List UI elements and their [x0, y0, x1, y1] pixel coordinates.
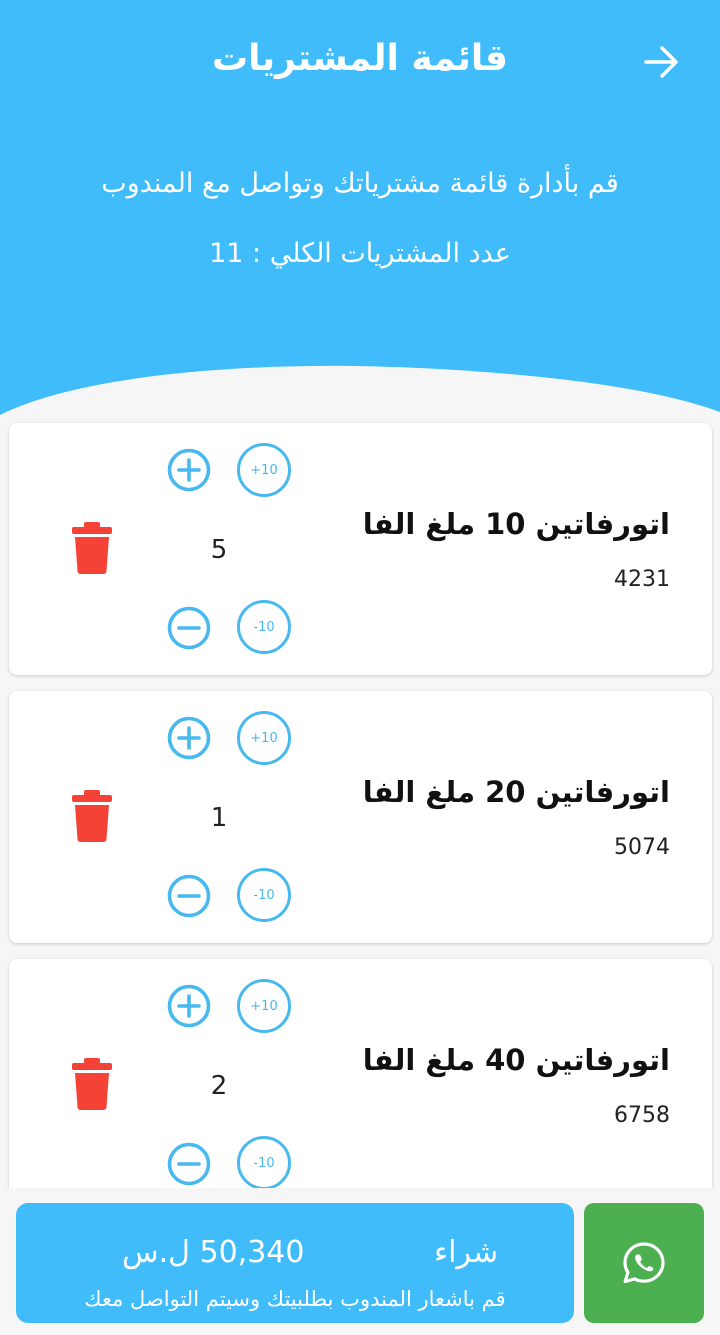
bottom-bar: شراء 50,340 ل.س قم باشعار المندوب بطلبيت…: [0, 1188, 720, 1335]
plus-ten-button[interactable]: +10: [237, 979, 291, 1033]
plus-ten-button[interactable]: +10: [237, 711, 291, 765]
header-wave: [0, 365, 720, 430]
minus-circle-icon[interactable]: [166, 605, 212, 651]
plus-circle-icon[interactable]: [166, 447, 212, 493]
plus-circle-icon[interactable]: [166, 983, 212, 1029]
minus-ten-button[interactable]: -10: [237, 1136, 291, 1190]
minus-circle-icon[interactable]: [166, 1141, 212, 1187]
buy-note: قم باشعار المندوب بطلبيتك وسيتم التواصل …: [84, 1287, 506, 1311]
minus-ten-label: -10: [253, 1155, 275, 1171]
buy-button[interactable]: شراء 50,340 ل.س قم باشعار المندوب بطلبيت…: [16, 1203, 574, 1323]
quantity-value: 2: [210, 1071, 228, 1101]
shopping-list-screen: قائمة المشتريات قم بأدارة قائمة مشترياتك…: [0, 0, 720, 1335]
plus-ten-label: +10: [250, 730, 278, 746]
product-card: اتورفاتين 10 ملغ الفا 4231 +10 5 -10: [9, 423, 712, 675]
product-card: اتورفاتين 40 ملغ الفا 6758 +10 2 -10: [9, 959, 712, 1211]
product-code: 4231: [614, 567, 670, 592]
whatsapp-button[interactable]: [584, 1203, 704, 1323]
minus-circle-icon[interactable]: [166, 873, 212, 919]
quantity-value: 5: [210, 535, 228, 565]
product-name: اتورفاتين 20 ملغ الفا: [362, 775, 670, 809]
product-name: اتورفاتين 10 ملغ الفا: [362, 507, 670, 541]
total-purchases-label: عدد المشتريات الكلي :: [252, 238, 511, 269]
total-purchases-count: 11: [209, 238, 244, 269]
product-name: اتورفاتين 40 ملغ الفا: [362, 1043, 670, 1077]
minus-ten-label: -10: [253, 887, 275, 903]
product-code: 6758: [614, 1103, 670, 1128]
quantity-value: 1: [210, 803, 228, 833]
back-button[interactable]: [640, 40, 684, 84]
total-purchases: عدد المشتريات الكلي : 11: [0, 238, 720, 269]
plus-circle-icon[interactable]: [166, 715, 212, 761]
minus-ten-button[interactable]: -10: [237, 600, 291, 654]
product-card: اتورفاتين 20 ملغ الفا 5074 +10 1 -10: [9, 691, 712, 943]
product-code: 5074: [614, 835, 670, 860]
plus-ten-label: +10: [250, 998, 278, 1014]
buy-label: شراء: [434, 1235, 499, 1270]
arrow-right-icon: [644, 46, 678, 78]
minus-ten-button[interactable]: -10: [237, 868, 291, 922]
plus-ten-button[interactable]: +10: [237, 443, 291, 497]
plus-ten-label: +10: [250, 462, 278, 478]
total-price: 50,340 ل.س: [122, 1235, 305, 1270]
header: قائمة المشتريات قم بأدارة قائمة مشترياتك…: [0, 0, 720, 420]
header-subtitle: قم بأدارة قائمة مشترياتك وتواصل مع المند…: [101, 168, 619, 199]
page-title: قائمة المشتريات: [211, 38, 509, 79]
trash-icon[interactable]: [72, 521, 112, 575]
trash-icon[interactable]: [72, 1057, 112, 1111]
minus-ten-label: -10: [253, 619, 275, 635]
whatsapp-icon: [623, 1242, 665, 1284]
trash-icon[interactable]: [72, 789, 112, 843]
